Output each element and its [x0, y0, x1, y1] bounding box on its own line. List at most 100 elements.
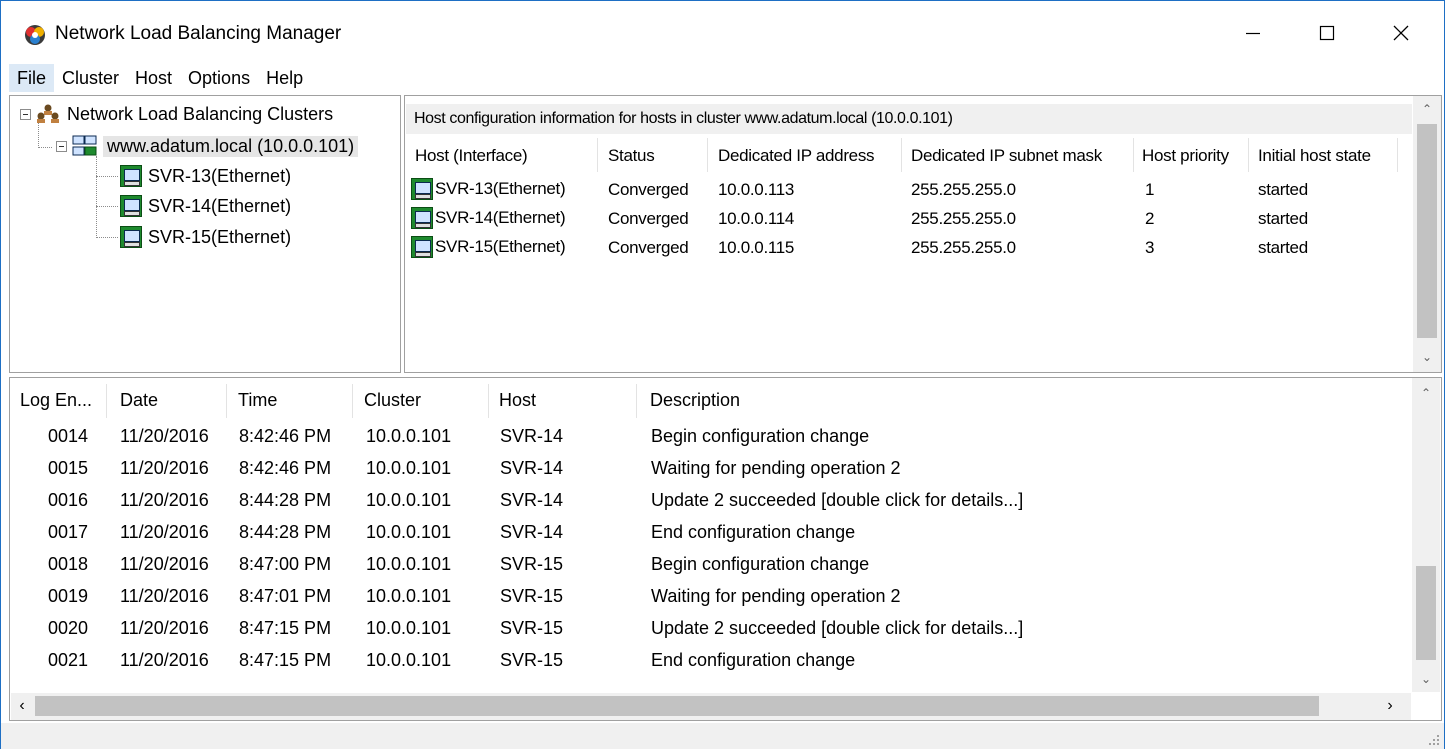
- log-vertical-scrollbar[interactable]: ⌃ ⌄: [1412, 378, 1440, 692]
- log-row[interactable]: 0021 11/20/2016 8:47:15 PM 10.0.0.101 SV…: [10, 646, 1410, 678]
- log-cell-date: 11/20/2016: [120, 618, 209, 638]
- tree-host-svr13[interactable]: SVR-13(Ethernet): [120, 162, 291, 190]
- cluster-tree[interactable]: Network Load Balancing Clusters www.adat…: [9, 95, 401, 373]
- column-divider[interactable]: [352, 384, 353, 418]
- log-row[interactable]: 0018 11/20/2016 8:47:00 PM 10.0.0.101 SV…: [10, 550, 1410, 582]
- status-bar: [1, 723, 1444, 749]
- log-row[interactable]: 0014 11/20/2016 8:42:46 PM 10.0.0.101 SV…: [10, 422, 1410, 454]
- column-dedicated-ip[interactable]: Dedicated IP address: [718, 146, 875, 166]
- log-cell-time: 8:42:46 PM: [239, 458, 332, 478]
- maximize-button[interactable]: [1304, 13, 1350, 53]
- menu-help[interactable]: Help: [258, 64, 311, 92]
- column-divider[interactable]: [226, 384, 227, 418]
- host-cell-name: SVR-13(Ethernet): [435, 179, 566, 198]
- column-status[interactable]: Status: [608, 146, 655, 166]
- log-row[interactable]: 0016 11/20/2016 8:44:28 PM 10.0.0.101 SV…: [10, 486, 1410, 518]
- close-icon: [1393, 25, 1409, 41]
- column-divider[interactable]: [707, 138, 708, 172]
- tree-host-svr14[interactable]: SVR-14(Ethernet): [120, 192, 291, 220]
- log-cell-time: 8:47:00 PM: [239, 554, 332, 574]
- log-pane[interactable]: Log En... Date Time Cluster Host Descrip…: [9, 377, 1442, 721]
- scroll-up-icon[interactable]: ⌃: [1418, 100, 1436, 118]
- log-row[interactable]: 0017 11/20/2016 8:44:28 PM 10.0.0.101 SV…: [10, 518, 1410, 550]
- cluster-icon: [72, 135, 97, 156]
- tree-cluster-label: www.adatum.local (10.0.0.101): [103, 135, 359, 157]
- host-cell-name: SVR-15(Ethernet): [435, 237, 566, 256]
- tree-root[interactable]: Network Load Balancing Clusters: [20, 100, 333, 128]
- column-subnet-mask[interactable]: Dedicated IP subnet mask: [911, 146, 1102, 166]
- close-button[interactable]: [1378, 13, 1424, 53]
- scroll-left-icon[interactable]: ‹: [13, 697, 31, 715]
- log-column-host[interactable]: Host: [499, 390, 536, 411]
- column-divider[interactable]: [1397, 138, 1398, 172]
- log-cell-entry: 0014: [48, 426, 89, 446]
- menu-options[interactable]: Options: [180, 64, 258, 92]
- tree-connector: [38, 147, 52, 148]
- column-divider[interactable]: [901, 138, 902, 172]
- column-divider[interactable]: [1133, 138, 1134, 172]
- log-cell-entry: 0019: [48, 586, 89, 606]
- menu-cluster[interactable]: Cluster: [54, 64, 127, 92]
- column-host-priority[interactable]: Host priority: [1142, 146, 1229, 166]
- log-cell-description: Begin configuration change: [651, 426, 870, 446]
- host-info-scrollbar[interactable]: ⌃ ⌄: [1413, 96, 1441, 372]
- clusters-icon: [37, 104, 59, 123]
- resize-grip-icon[interactable]: [1428, 734, 1440, 746]
- scroll-down-icon[interactable]: ⌄: [1417, 670, 1435, 688]
- scroll-thumb[interactable]: [1417, 124, 1437, 338]
- host-cell-ip: 10.0.0.114: [718, 209, 795, 228]
- menu-bar: File Cluster Host Options Help: [1, 63, 1444, 93]
- column-divider[interactable]: [1248, 138, 1249, 172]
- tree-cluster[interactable]: www.adatum.local (10.0.0.101): [56, 132, 359, 160]
- collapse-icon[interactable]: [56, 140, 67, 152]
- log-cell-host: SVR-15: [500, 586, 564, 606]
- tree-connector: [96, 237, 118, 238]
- column-divider[interactable]: [106, 384, 107, 418]
- log-column-date[interactable]: Date: [120, 390, 158, 411]
- log-cell-host: SVR-14: [500, 490, 564, 510]
- host-info-pane[interactable]: Host configuration information for hosts…: [404, 95, 1442, 373]
- host-cell-mask: 255.255.255.0: [911, 180, 1016, 199]
- log-cell-description: End configuration change: [651, 650, 856, 670]
- title-bar[interactable]: Network Load Balancing Manager: [1, 1, 1444, 63]
- log-row[interactable]: 0019 11/20/2016 8:47:01 PM 10.0.0.101 SV…: [10, 582, 1410, 614]
- host-cell-state: started: [1258, 180, 1308, 199]
- log-cell-description: Begin configuration change: [651, 554, 870, 574]
- log-cell-description: Waiting for pending operation 2: [651, 458, 901, 478]
- scroll-down-icon[interactable]: ⌄: [1418, 348, 1436, 366]
- menu-host[interactable]: Host: [127, 64, 180, 92]
- host-row[interactable]: SVR-15(Ethernet) Converged 10.0.0.115 25…: [405, 234, 1405, 262]
- host-row[interactable]: SVR-13(Ethernet) Converged 10.0.0.113 25…: [405, 176, 1405, 204]
- tree-host-label: SVR-14(Ethernet): [148, 195, 292, 216]
- menu-file[interactable]: File: [9, 64, 55, 92]
- log-horizontal-scrollbar[interactable]: ‹ ›: [11, 693, 1411, 720]
- log-column-time[interactable]: Time: [238, 390, 277, 411]
- scroll-right-icon[interactable]: ›: [1381, 697, 1399, 715]
- host-icon: [120, 195, 142, 217]
- column-initial-state[interactable]: Initial host state: [1258, 146, 1371, 166]
- column-divider[interactable]: [488, 384, 489, 418]
- log-column-description[interactable]: Description: [650, 390, 740, 411]
- host-row[interactable]: SVR-14(Ethernet) Converged 10.0.0.114 25…: [405, 205, 1405, 233]
- tree-root-label: Network Load Balancing Clusters: [67, 103, 334, 124]
- tree-host-svr15[interactable]: SVR-15(Ethernet): [120, 223, 291, 251]
- column-host-interface[interactable]: Host (Interface): [415, 146, 528, 166]
- minimize-button[interactable]: [1230, 13, 1276, 53]
- log-cell-host: SVR-14: [500, 522, 564, 542]
- log-column-entry[interactable]: Log En...: [20, 390, 92, 411]
- log-cell-cluster: 10.0.0.101: [366, 522, 452, 542]
- collapse-icon[interactable]: [20, 108, 31, 120]
- scroll-up-icon[interactable]: ⌃: [1417, 384, 1435, 402]
- column-divider[interactable]: [636, 384, 637, 418]
- log-column-cluster[interactable]: Cluster: [364, 390, 421, 411]
- log-row[interactable]: 0015 11/20/2016 8:42:46 PM 10.0.0.101 SV…: [10, 454, 1410, 486]
- log-cell-cluster: 10.0.0.101: [366, 618, 452, 638]
- log-row[interactable]: 0020 11/20/2016 8:47:15 PM 10.0.0.101 SV…: [10, 614, 1410, 646]
- log-cell-host: SVR-15: [500, 554, 564, 574]
- scroll-thumb[interactable]: [35, 696, 1319, 716]
- scroll-thumb[interactable]: [1416, 566, 1436, 660]
- host-cell-ip: 10.0.0.115: [718, 238, 795, 257]
- host-cell-priority: 1: [1145, 180, 1155, 199]
- log-cell-date: 11/20/2016: [120, 586, 209, 606]
- column-divider[interactable]: [597, 138, 598, 172]
